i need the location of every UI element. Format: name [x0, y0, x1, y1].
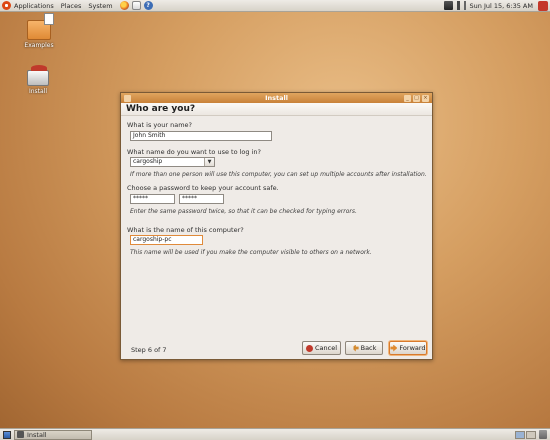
back-arrow-icon — [351, 344, 359, 352]
network-icon[interactable] — [443, 1, 453, 10]
cancel-button[interactable]: Cancel — [302, 341, 341, 355]
login-hint: If more than one person will use this co… — [130, 171, 427, 178]
forward-arrow-icon — [390, 344, 398, 352]
name-field[interactable]: John Smith — [130, 131, 272, 141]
login-value: cargoship — [133, 158, 163, 165]
computer-hint: This name will be used if you make the c… — [130, 249, 372, 256]
clock[interactable]: Sun Jul 15, 6:35 AM — [470, 2, 533, 10]
window-title: Install — [265, 94, 288, 102]
taskbar-install-label: Install — [27, 430, 47, 439]
password-field[interactable]: ***** — [130, 194, 175, 204]
desktop-icon-label: Install — [28, 88, 48, 95]
login-question: What name do you want to use to log in? — [127, 148, 261, 156]
install-window: Install _ □ × Who are you? What is your … — [120, 92, 433, 360]
cancel-label: Cancel — [314, 344, 338, 352]
step-indicator: Step 6 of 7 — [131, 346, 167, 354]
cancel-icon — [305, 344, 313, 352]
window-titlebar[interactable]: Install _ □ × — [121, 93, 432, 103]
folder-icon — [27, 13, 54, 40]
password-hint: Enter the same password twice, so that i… — [130, 208, 357, 215]
workspace-2[interactable] — [526, 430, 536, 439]
name-question: What is your name? — [127, 121, 192, 129]
desktop-icon-examples[interactable]: Examples — [19, 13, 59, 49]
shutdown-icon[interactable] — [538, 0, 548, 11]
install-task-icon — [17, 431, 24, 438]
trash-icon[interactable] — [539, 430, 547, 439]
drive-icon — [27, 65, 49, 86]
menu-applications[interactable]: Applications — [14, 2, 54, 10]
bottom-panel: Install — [0, 428, 550, 440]
help-icon[interactable]: ? — [143, 1, 153, 10]
computer-name-field[interactable]: cargoship-pc — [130, 235, 203, 245]
page-header: Who are you? — [121, 103, 432, 116]
forward-label: Forward — [399, 344, 426, 352]
back-button[interactable]: Back — [345, 341, 383, 355]
computer-question: What is the name of this computer? — [127, 226, 244, 234]
page-title: Who are you? — [126, 104, 196, 114]
password-confirm-field[interactable]: ***** — [179, 194, 224, 204]
chevron-down-icon[interactable]: ▼ — [204, 158, 214, 166]
top-panel: Applications Places System ? Sun Jul 15,… — [0, 0, 550, 12]
desktop-icon-label: Examples — [24, 42, 54, 49]
desktop-icon-install[interactable]: Install — [18, 65, 58, 95]
mail-icon[interactable] — [131, 1, 141, 10]
back-label: Back — [360, 344, 377, 352]
forward-button[interactable]: Forward — [389, 341, 427, 355]
menu-system[interactable]: System — [88, 2, 112, 10]
workspace-switcher — [514, 430, 536, 439]
password-question: Choose a password to keep your account s… — [127, 184, 279, 192]
show-desktop-icon[interactable] — [3, 430, 11, 439]
login-combo[interactable]: cargoship ▼ — [130, 157, 215, 167]
ubuntu-logo-icon[interactable] — [2, 1, 11, 10]
firefox-icon[interactable] — [119, 1, 129, 10]
taskbar-install-button[interactable]: Install — [14, 429, 92, 440]
workspace-1[interactable] — [515, 430, 525, 439]
volume-icon[interactable] — [456, 1, 466, 10]
menu-places[interactable]: Places — [61, 2, 82, 10]
